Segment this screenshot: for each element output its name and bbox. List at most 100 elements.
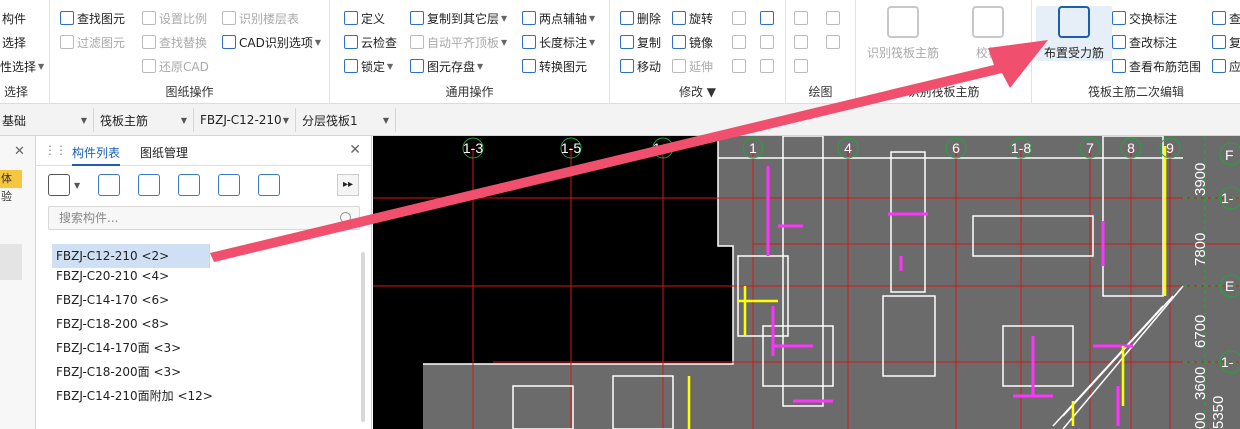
copy-to-layer-button[interactable]: 复制到其它层 ▼ bbox=[410, 8, 507, 28]
view-range-button[interactable]: 查看布筋范围 bbox=[1112, 56, 1201, 76]
break-icon bbox=[732, 59, 746, 73]
tab-component-list[interactable]: 构件列表 bbox=[72, 144, 121, 166]
point-tool-button[interactable] bbox=[794, 8, 811, 28]
layer-copy-icon[interactable] bbox=[178, 174, 201, 196]
ribbon: 构件 选择 性选择 ▼ 选择 查找图元 过滤图元 设置比例 查找替换 还原CAD … bbox=[0, 0, 1240, 104]
extra-tool-2[interactable]: 复 bbox=[1212, 32, 1240, 52]
chevron-down-icon: ▼ bbox=[382, 115, 389, 125]
select-button[interactable]: 选择 bbox=[2, 32, 26, 52]
select-component-button[interactable]: 构件 bbox=[2, 8, 26, 28]
identify-floor-button[interactable]: 识别楼层表 bbox=[222, 8, 299, 28]
component-list: FBZJ-C12-210 <2> FBZJ-C12-210面 <2> FBZJ-… bbox=[52, 240, 352, 408]
cloud-check-button[interactable]: 云检查 bbox=[344, 32, 397, 52]
length-dim-button[interactable]: 长度标注 ▼ bbox=[522, 32, 595, 52]
chevron-down-icon[interactable]: ▼ bbox=[74, 181, 80, 190]
identify-raft-button[interactable]: 识别筏板主筋 bbox=[860, 6, 946, 61]
auto-level-button[interactable]: 自动平齐顶板 ▼ bbox=[410, 32, 507, 52]
save-elements-button[interactable]: 图元存盘 ▼ bbox=[410, 56, 483, 76]
copy-component-icon[interactable] bbox=[98, 174, 121, 196]
set-scale-button[interactable]: 设置比例 bbox=[142, 8, 207, 28]
copy-button[interactable]: 复制 bbox=[620, 32, 661, 52]
trim-tool-button[interactable] bbox=[732, 8, 749, 28]
place-bar-button[interactable]: 布置受力筋 bbox=[1036, 6, 1112, 61]
delete-button[interactable]: 删除 bbox=[620, 8, 661, 28]
convert-icon bbox=[522, 59, 536, 73]
search-icon bbox=[340, 212, 351, 223]
chevron-down-icon: ▼ bbox=[387, 61, 394, 71]
axis-label: 8 bbox=[1127, 140, 1135, 156]
drag-handle-icon[interactable]: ⋮⋮ bbox=[44, 143, 67, 157]
layer-value: 分层筏板1 bbox=[302, 113, 358, 128]
list-item[interactable]: FBZJ-C14-170面 <3> bbox=[52, 336, 352, 360]
define-button[interactable]: 定义 bbox=[344, 8, 385, 28]
rotate-icon bbox=[672, 11, 686, 25]
list-item[interactable]: FBZJ-C18-200 <8> bbox=[52, 312, 352, 336]
drawing-canvas[interactable]: 1-3 1-5 1-7 1 4 6 1-8 7 8 9 F 1- E 1- 39… bbox=[373, 136, 1240, 429]
edit-label-button[interactable]: 查改标注 bbox=[1112, 32, 1177, 52]
tab-drawing-management[interactable]: 图纸管理 bbox=[140, 144, 188, 161]
list-item[interactable]: FBZJ-C12-210 <2> bbox=[52, 244, 210, 268]
restore-cad-button[interactable]: 还原CAD bbox=[142, 56, 209, 76]
swap-label-button[interactable]: 交换标注 bbox=[1112, 8, 1177, 28]
two-point-axis-button[interactable]: 两点辅轴 ▼ bbox=[522, 8, 595, 28]
export-icon[interactable] bbox=[258, 174, 281, 196]
extend-label: 延伸 bbox=[689, 59, 714, 74]
search-input[interactable]: 搜索构件... bbox=[48, 206, 360, 230]
import-icon[interactable] bbox=[218, 174, 241, 196]
check-button[interactable]: 校核 bbox=[950, 6, 1026, 61]
offset-tool-button[interactable] bbox=[760, 8, 777, 28]
arc-tool-button[interactable] bbox=[794, 56, 811, 76]
property-select-button[interactable]: 性选择 ▼ bbox=[0, 56, 44, 76]
rotate-button[interactable]: 旋转 bbox=[672, 8, 713, 28]
expand-panel-button[interactable]: ▸▸ bbox=[337, 174, 359, 196]
extend-button[interactable]: 延伸 bbox=[672, 56, 713, 76]
close-icon[interactable]: ✕ bbox=[349, 142, 361, 158]
new-component-icon[interactable] bbox=[48, 174, 70, 196]
close-icon[interactable]: ✕ bbox=[14, 144, 25, 159]
array-tool-button[interactable] bbox=[760, 32, 777, 52]
lock-button[interactable]: 锁定 ▼ bbox=[344, 56, 393, 76]
save-elements-label: 图元存盘 bbox=[427, 59, 476, 74]
category-select[interactable]: 基础 ▼ bbox=[0, 108, 94, 132]
split-tool-button[interactable] bbox=[760, 56, 777, 76]
rect-tool-button[interactable] bbox=[826, 32, 843, 52]
find-element-button[interactable]: 查找图元 bbox=[60, 8, 125, 28]
move-icon bbox=[620, 59, 634, 73]
mirror-button[interactable]: 镜像 bbox=[672, 32, 713, 52]
component-type-select[interactable]: 筏板主筋 ▼ bbox=[98, 108, 194, 132]
chevron-down-icon: ▼ bbox=[501, 37, 508, 47]
cad-drawing: 1-3 1-5 1-7 1 4 6 1-8 7 8 9 F 1- E 1- 39… bbox=[373, 136, 1240, 429]
component-select[interactable]: FBZJ-C12-210 ▼ bbox=[198, 108, 296, 132]
ribbon-group-general-ops: 定义 云检查 锁定 ▼ 复制到其它层 ▼ 自动平齐顶板 ▼ 图元存盘 ▼ 两点辅轴 ▼ 长… bbox=[330, 0, 610, 104]
find-replace-button[interactable]: 查找替换 bbox=[142, 32, 207, 52]
extra-tool-3[interactable]: 应 bbox=[1212, 56, 1240, 76]
copy-icon bbox=[620, 35, 634, 49]
align-tool-button[interactable] bbox=[732, 32, 749, 52]
list-item[interactable]: FBZJ-C14-170 <6> bbox=[52, 288, 352, 312]
convert-element-button[interactable]: 转换图元 bbox=[522, 56, 587, 76]
cad-options-button[interactable]: CAD识别选项 ▼ bbox=[222, 32, 321, 52]
left-strip-selected-row[interactable] bbox=[0, 244, 22, 280]
layer-select[interactable]: 分层筏板1 ▼ bbox=[300, 108, 396, 132]
axis-label: F bbox=[1225, 147, 1234, 163]
line-tool-button[interactable] bbox=[794, 32, 811, 52]
axis-label: 7 bbox=[1086, 140, 1094, 156]
axis-label: E bbox=[1225, 278, 1234, 294]
line-icon bbox=[794, 35, 808, 49]
identify-floor-label: 识别楼层表 bbox=[239, 11, 300, 26]
list-item[interactable]: FBZJ-C14-210面附加 <12> bbox=[52, 384, 352, 408]
circle-tool-button[interactable] bbox=[826, 8, 843, 28]
convert-element-label: 转换图元 bbox=[539, 59, 588, 74]
extra-tool-1[interactable]: 查 bbox=[1212, 8, 1240, 28]
split-icon bbox=[760, 59, 774, 73]
chevron-down-icon: ▼ bbox=[38, 61, 45, 71]
list-item[interactable]: FBZJ-C18-200面 <3> bbox=[52, 360, 352, 384]
trial-badge: 体验 bbox=[0, 170, 22, 203]
group-title-modify-label: 修改 bbox=[678, 85, 703, 99]
delete-component-icon[interactable] bbox=[138, 174, 161, 196]
filter-element-button[interactable]: 过滤图元 bbox=[60, 32, 125, 52]
move-button[interactable]: 移动 bbox=[620, 56, 661, 76]
list-scrollbar[interactable] bbox=[361, 252, 365, 422]
ribbon-group-drawing-ops: 查找图元 过滤图元 设置比例 查找替换 还原CAD 识别楼层表 CAD识别选项 ▼… bbox=[50, 0, 330, 104]
break-tool-button[interactable] bbox=[732, 56, 749, 76]
